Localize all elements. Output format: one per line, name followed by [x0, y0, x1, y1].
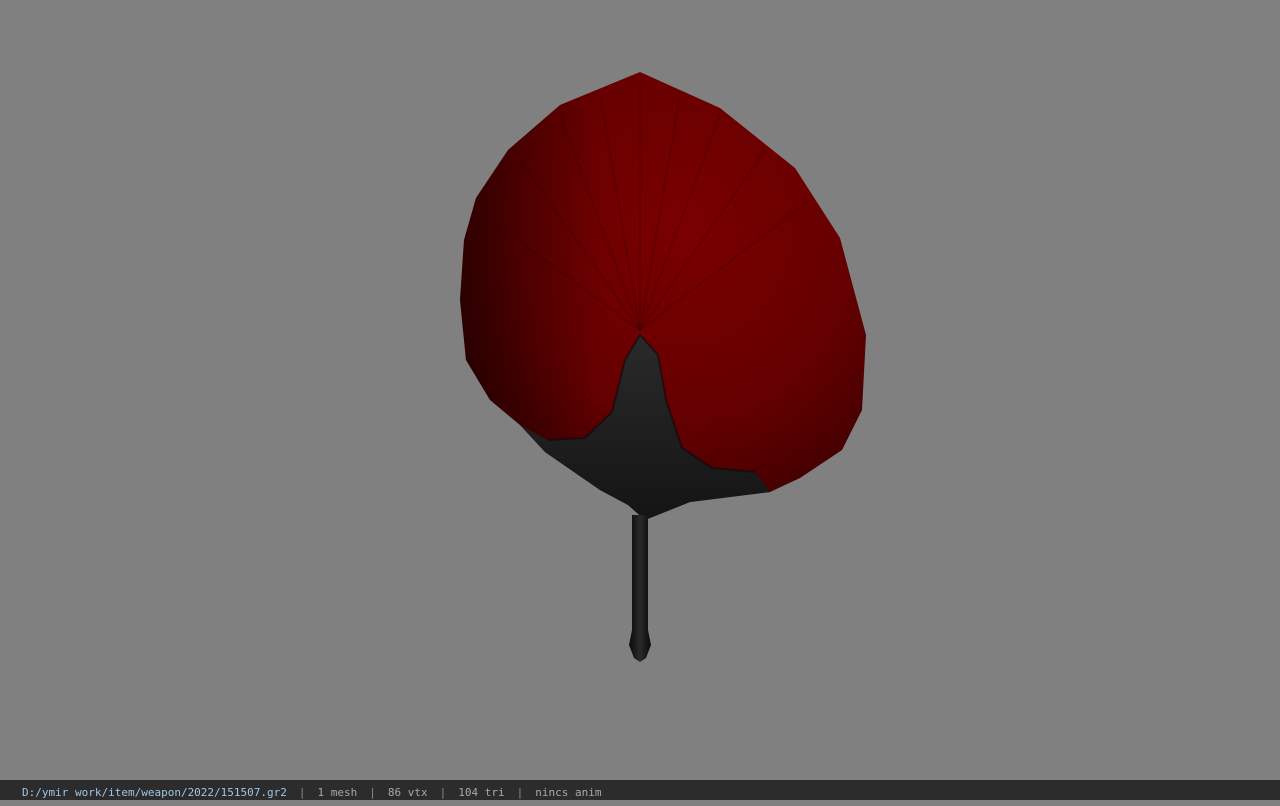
- vertex-count: 86 vtx: [387, 786, 428, 799]
- separator: |: [439, 786, 447, 799]
- mesh-count: 1 mesh: [317, 786, 358, 799]
- fan-handle: [629, 515, 651, 662]
- animation-status: nincs anim: [535, 786, 602, 799]
- separator: |: [369, 786, 376, 799]
- status-bar: D:/ymir work/item/weapon/2022/151507.gr2…: [0, 780, 1280, 800]
- separator: |: [298, 786, 306, 799]
- model-render: [460, 72, 866, 662]
- separator: |: [516, 786, 524, 799]
- triangle-count: 104 tri: [458, 786, 505, 799]
- 3d-viewport[interactable]: [0, 0, 1280, 780]
- file-path: D:/ymir work/item/weapon/2022/151507.gr2: [22, 786, 287, 799]
